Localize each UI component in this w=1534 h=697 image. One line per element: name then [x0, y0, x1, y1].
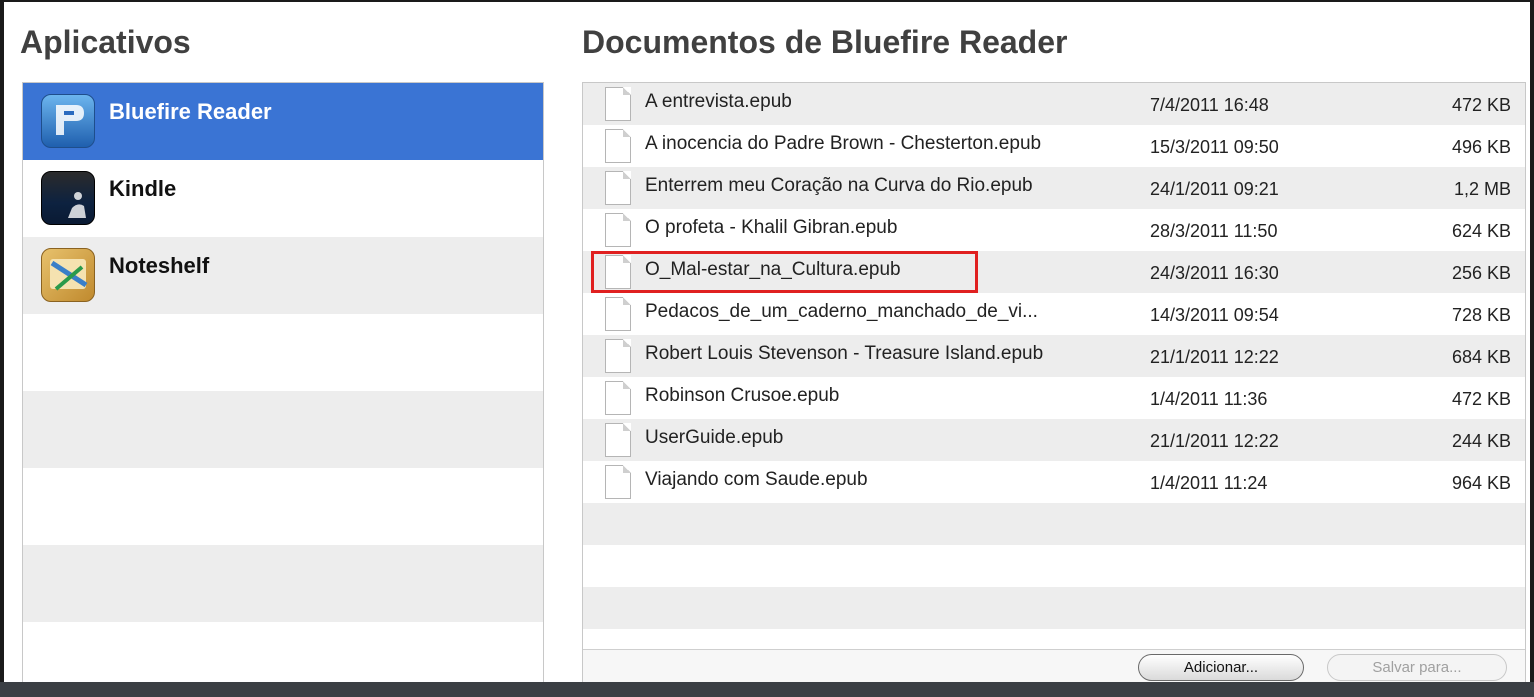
document-row[interactable]: A inocencia do Padre Brown - Chesterton.…	[583, 125, 1525, 167]
app-label: Noteshelf	[109, 253, 210, 278]
document-name: Pedacos_de_um_caderno_manchado_de_vi...	[645, 301, 1038, 322]
document-date: 1/4/2011 11:24	[1150, 473, 1268, 493]
document-icon	[605, 213, 631, 247]
document-row[interactable]: Robinson Crusoe.epub 1/4/2011 11:36 472 …	[583, 377, 1525, 419]
empty-row	[23, 391, 543, 468]
documents-footer: Adicionar... Salvar para...	[583, 649, 1525, 684]
empty-row	[583, 545, 1525, 587]
document-size: 1,2 MB	[1453, 179, 1511, 199]
apps-list: Bluefire Reader Kindle Noteshelf	[22, 82, 544, 685]
document-row[interactable]: Robert Louis Stevenson - Treasure Island…	[583, 335, 1525, 377]
document-size: 496 KB	[1451, 137, 1511, 157]
document-date: 28/3/2011 11:50	[1150, 221, 1278, 241]
empty-row	[583, 503, 1525, 545]
document-icon	[605, 255, 631, 289]
document-row-highlighted[interactable]: O_Mal-estar_na_Cultura.epub 24/3/2011 16…	[583, 251, 1525, 293]
document-date: 1/4/2011 11:36	[1150, 389, 1268, 409]
documents-list: A entrevista.epub 7/4/2011 16:48 472 KB …	[582, 82, 1526, 685]
app-item-kindle[interactable]: Kindle	[23, 160, 543, 237]
document-date: 7/4/2011 16:48	[1150, 95, 1269, 115]
document-name: A inocencia do Padre Brown - Chesterton.…	[645, 133, 1042, 154]
empty-row	[23, 468, 543, 545]
document-row[interactable]: Enterrem meu Coração na Curva do Rio.epu…	[583, 167, 1525, 209]
add-button[interactable]: Adicionar...	[1138, 654, 1304, 681]
app-label: Kindle	[109, 176, 177, 201]
document-size: 472 KB	[1451, 95, 1511, 115]
document-size: 964 KB	[1451, 473, 1511, 493]
app-label: Bluefire Reader	[109, 99, 272, 124]
documents-heading: Documentos de Bluefire Reader	[582, 24, 1068, 60]
document-icon	[605, 339, 631, 373]
noteshelf-icon	[41, 248, 95, 302]
document-date: 21/1/2011 12:22	[1150, 431, 1279, 451]
document-name: UserGuide.epub	[645, 427, 784, 448]
document-size: 624 KB	[1451, 221, 1511, 241]
document-size: 472 KB	[1451, 389, 1511, 409]
document-icon	[605, 465, 631, 499]
kindle-icon	[41, 171, 95, 225]
app-item-noteshelf[interactable]: Noteshelf	[23, 237, 543, 314]
document-name: O_Mal-estar_na_Cultura.epub	[645, 259, 901, 280]
apps-heading: Aplicativos	[20, 24, 191, 60]
document-row[interactable]: Pedacos_de_um_caderno_manchado_de_vi... …	[583, 293, 1525, 335]
document-row[interactable]: A entrevista.epub 7/4/2011 16:48 472 KB	[583, 83, 1525, 125]
document-date: 24/1/2011 09:21	[1150, 179, 1279, 199]
document-size: 684 KB	[1451, 347, 1511, 367]
bluefire-reader-icon	[41, 94, 95, 148]
empty-row	[23, 622, 543, 684]
document-name: Enterrem meu Coração na Curva do Rio.epu…	[645, 175, 1033, 196]
document-name: O profeta - Khalil Gibran.epub	[645, 217, 898, 238]
document-icon	[605, 171, 631, 205]
document-icon	[605, 297, 631, 331]
document-size: 256 KB	[1451, 263, 1511, 283]
file-sharing-window: Aplicativos Documentos de Bluefire Reade…	[0, 0, 1534, 697]
document-name: Robinson Crusoe.epub	[645, 385, 840, 406]
document-name: Viajando com Saude.epub	[645, 469, 868, 490]
document-name: A entrevista.epub	[645, 91, 792, 112]
document-date: 24/3/2011 16:30	[1150, 263, 1279, 283]
document-date: 21/1/2011 12:22	[1150, 347, 1279, 367]
document-icon	[605, 87, 631, 121]
document-row[interactable]: Viajando com Saude.epub 1/4/2011 11:24 9…	[583, 461, 1525, 503]
document-date: 15/3/2011 09:50	[1150, 137, 1279, 157]
document-icon	[605, 423, 631, 457]
document-icon	[605, 129, 631, 163]
app-item-bluefire-reader[interactable]: Bluefire Reader	[23, 83, 543, 160]
bottom-bar	[0, 682, 1534, 697]
document-size: 244 KB	[1451, 431, 1511, 451]
document-date: 14/3/2011 09:54	[1150, 305, 1279, 325]
save-to-button[interactable]: Salvar para...	[1327, 654, 1507, 681]
document-icon	[605, 381, 631, 415]
document-name: Robert Louis Stevenson - Treasure Island…	[645, 343, 1044, 364]
document-row[interactable]: O profeta - Khalil Gibran.epub 28/3/2011…	[583, 209, 1525, 251]
document-size: 728 KB	[1451, 305, 1511, 325]
empty-row	[23, 545, 543, 622]
empty-row	[583, 587, 1525, 629]
empty-row	[23, 314, 543, 391]
document-row[interactable]: UserGuide.epub 21/1/2011 12:22 244 KB	[583, 419, 1525, 461]
